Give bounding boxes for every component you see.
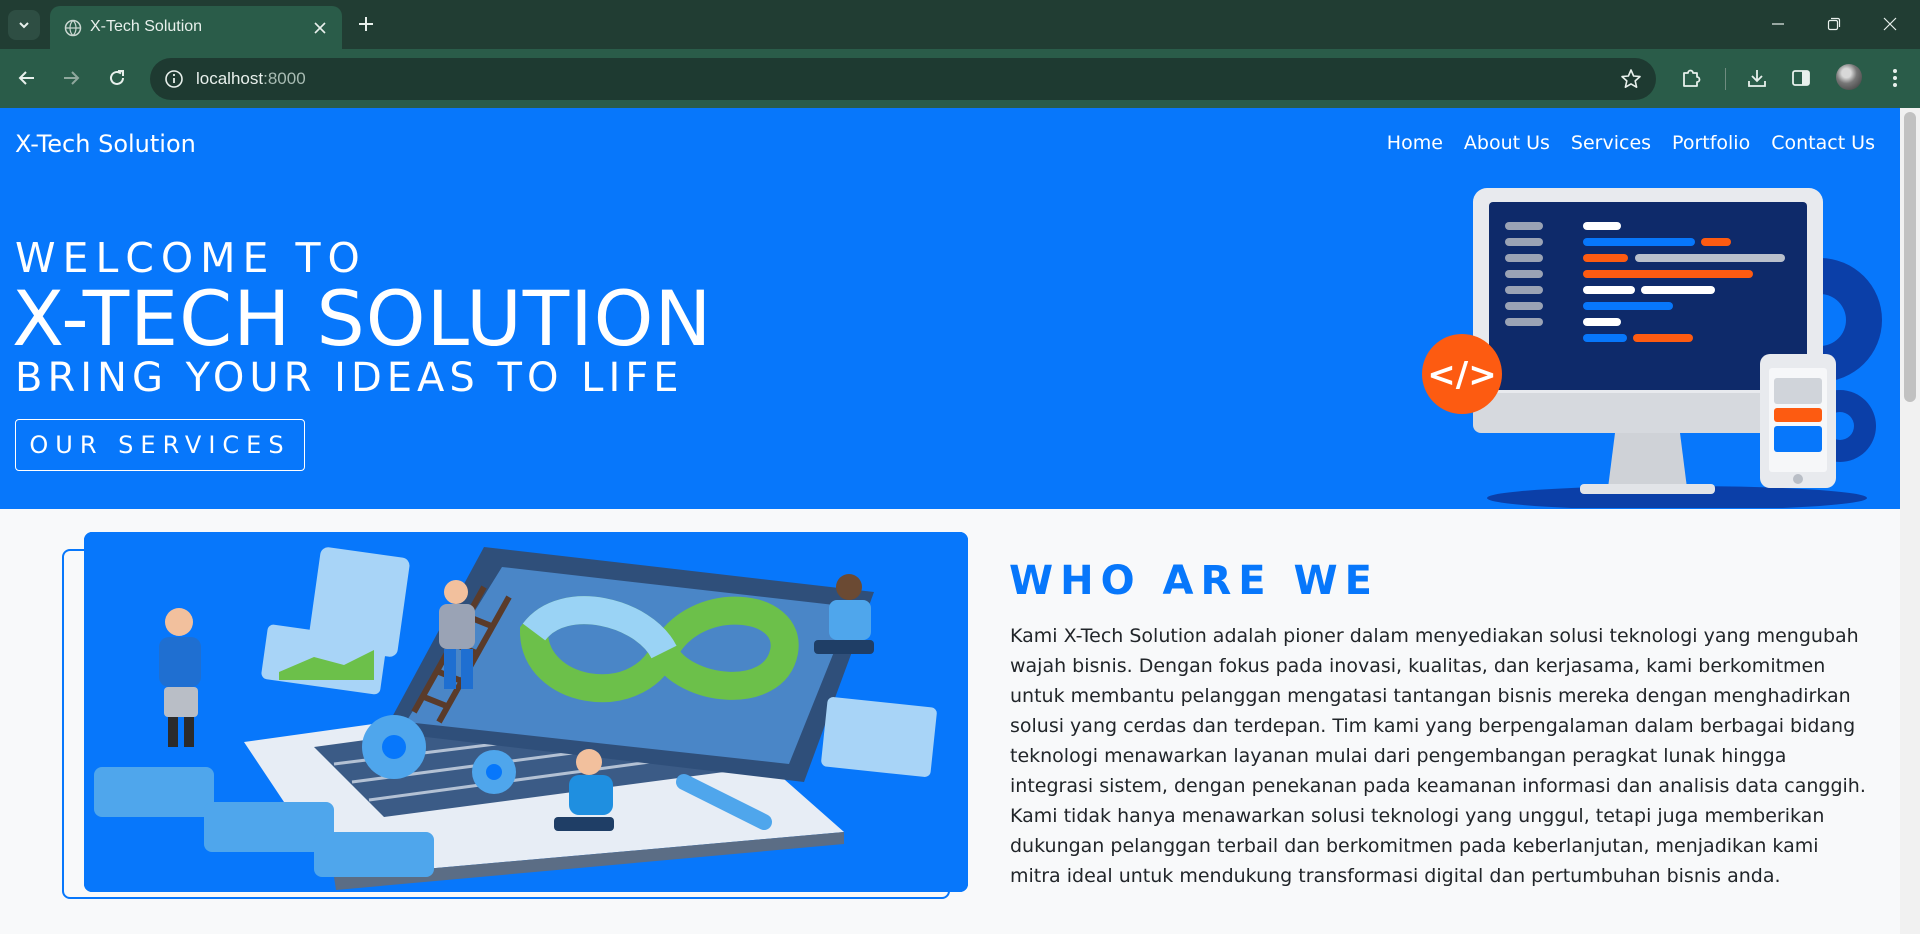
code-badge-icon: </> (1427, 355, 1496, 395)
tab-close-button[interactable] (310, 18, 330, 38)
sidebar-icon (1792, 70, 1810, 86)
about-illustration (84, 532, 968, 892)
scrollbar-thumb[interactable] (1904, 112, 1916, 402)
about-description: Kami X-Tech Solution adalah pioner dalam… (1010, 625, 1866, 887)
laptop-team-illustration (84, 532, 968, 892)
star-icon[interactable] (1620, 68, 1642, 90)
hero-title: X-TECH SOLUTION (12, 274, 713, 363)
toolbar-separator (1725, 68, 1726, 90)
main-nav: Home About Us Services Portfolio Contact… (1387, 132, 1875, 154)
restore-icon (1827, 17, 1841, 31)
chevron-down-icon (19, 22, 29, 29)
extensions-icon (1683, 69, 1701, 87)
hero-section: X-Tech Solution Home About Us Services P… (0, 108, 1900, 509)
new-tab-button[interactable] (354, 12, 378, 36)
site-brand[interactable]: X-Tech Solution (15, 130, 196, 158)
extensions-button[interactable] (1678, 65, 1704, 91)
address-bar[interactable]: localhost:8000 (150, 58, 1656, 100)
forward-icon (64, 71, 80, 85)
page-viewport: X-Tech Solution Home About Us Services P… (0, 108, 1920, 934)
about-section: WHO ARE WE Kami X-Tech Solution adalah p… (0, 509, 1900, 934)
url-text[interactable]: localhost:8000 (196, 69, 306, 89)
reload-button[interactable] (102, 63, 132, 93)
side-panel-button[interactable] (1788, 65, 1814, 91)
profile-avatar[interactable] (1836, 64, 1862, 90)
about-title: WHO ARE WE (1009, 558, 1379, 604)
nav-about-us[interactable]: About Us (1464, 132, 1550, 154)
globe-icon (64, 19, 82, 37)
info-icon[interactable] (164, 69, 184, 89)
page-scrollbar[interactable] (1900, 108, 1920, 934)
minimize-button[interactable] (1766, 12, 1790, 36)
hero-illustration: </> (1422, 188, 1882, 508)
url-port: :8000 (263, 69, 306, 88)
forward-button[interactable] (56, 63, 86, 93)
browser-toolbar: localhost:8000 (0, 49, 1920, 108)
tab-search-button[interactable] (8, 10, 40, 40)
browser-menu-button[interactable] (1882, 65, 1908, 91)
plus-icon (359, 17, 373, 31)
restore-button[interactable] (1822, 12, 1846, 36)
close-icon (1883, 17, 1897, 31)
nav-contact-us[interactable]: Contact Us (1771, 132, 1875, 154)
download-icon (1748, 70, 1766, 87)
hero-tagline: BRING YOUR IDEAS TO LIFE (15, 355, 684, 401)
browser-tab-bar: X-Tech Solution (0, 0, 1920, 49)
back-icon (18, 71, 34, 85)
downloads-button[interactable] (1744, 65, 1770, 91)
more-icon (1893, 69, 1897, 87)
close-window-button[interactable] (1878, 12, 1902, 36)
tab-title: X-Tech Solution (90, 18, 203, 35)
close-icon (314, 22, 326, 34)
reload-icon (110, 70, 124, 85)
nav-home[interactable]: Home (1387, 132, 1443, 154)
browser-tab-active[interactable]: X-Tech Solution (50, 6, 342, 49)
back-button[interactable] (12, 63, 42, 93)
url-host: localhost (196, 69, 264, 88)
minimize-icon (1772, 23, 1784, 25)
nav-portfolio[interactable]: Portfolio (1672, 132, 1750, 154)
nav-services[interactable]: Services (1571, 132, 1651, 154)
our-services-button[interactable]: OUR SERVICES (15, 419, 305, 471)
